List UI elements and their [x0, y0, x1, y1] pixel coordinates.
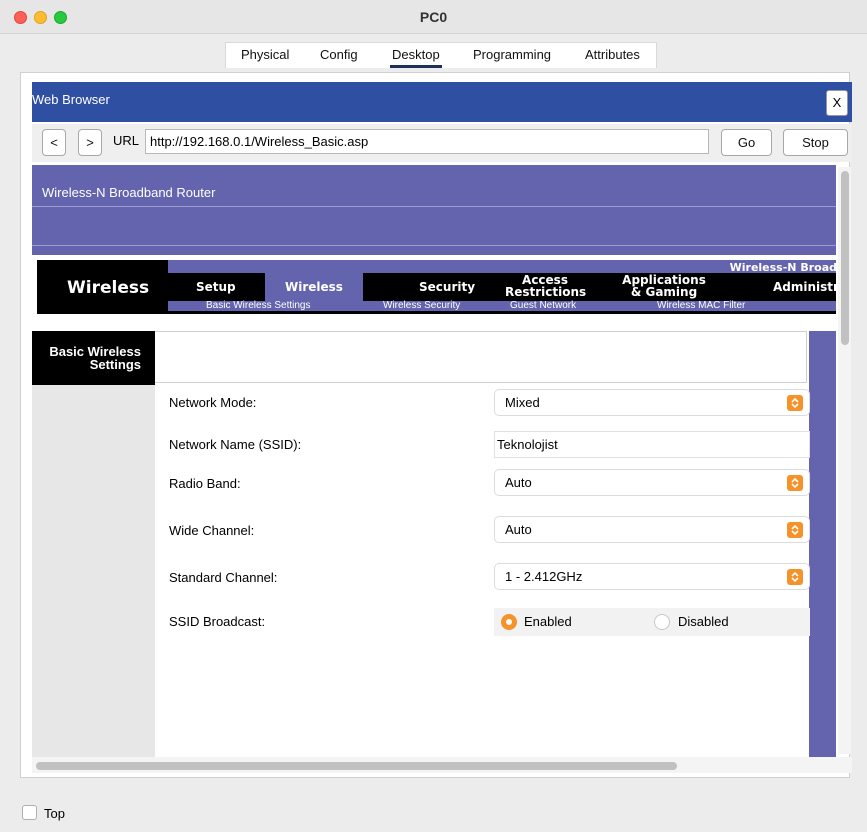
wide-channel-select[interactable]: Auto — [494, 516, 810, 543]
ssid-broadcast-label: SSID Broadcast: — [169, 614, 266, 629]
ssid-broadcast-enabled-label[interactable]: Enabled — [524, 614, 572, 629]
sidebar — [32, 385, 155, 757]
web-browser-header: Web Browser — [32, 82, 852, 122]
radio-band-label: Radio Band: — [169, 476, 241, 491]
window-title: PC0 — [419, 9, 448, 25]
nav-administration[interactable]: Administra — [773, 281, 836, 293]
ssid-broadcast-disabled-label[interactable]: Disabled — [678, 614, 729, 629]
top-checkbox-label[interactable]: Top — [44, 806, 65, 821]
nav-section-title: Wireless — [67, 278, 150, 298]
tab-bar: Physical Config Desktop Programming Attr… — [0, 34, 867, 72]
nav-security[interactable]: Security — [419, 281, 475, 293]
tab-desktop[interactable]: Desktop — [390, 47, 442, 68]
title-bar: PC0 — [0, 0, 867, 34]
ssid-broadcast-enabled-radio[interactable] — [501, 614, 517, 630]
forward-button[interactable]: > — [78, 129, 102, 156]
web-browser-title: Web Browser — [32, 92, 110, 107]
subnav-wireless-security[interactable]: Wireless Security — [383, 301, 460, 311]
back-button[interactable]: < — [42, 129, 66, 156]
standard-channel-select[interactable]: 1 - 2.412GHz — [494, 563, 810, 590]
url-input[interactable]: http://192.168.0.1/Wireless_Basic.asp — [145, 129, 709, 154]
top-checkbox[interactable] — [22, 805, 37, 820]
subnav-guest-network[interactable]: Guest Network — [510, 301, 576, 311]
ssid-label: Network Name (SSID): — [169, 437, 302, 452]
wide-channel-value: Auto — [505, 522, 532, 537]
chevron-updown-icon — [787, 569, 803, 585]
subnav-mac-filter[interactable]: Wireless MAC Filter — [657, 301, 745, 311]
nav-brand: Wireless-N Broad — [729, 261, 836, 274]
nav-setup[interactable]: Setup — [196, 281, 236, 293]
browser-close-button[interactable]: X — [826, 90, 848, 116]
ssid-broadcast-group: Enabled Disabled — [494, 608, 810, 636]
url-label: URL — [113, 133, 140, 148]
chevron-updown-icon — [787, 475, 803, 491]
subnav-basic-wireless[interactable]: Basic Wireless Settings — [206, 301, 310, 311]
standard-channel-label: Standard Channel: — [169, 570, 278, 585]
tab-physical[interactable]: Physical — [241, 47, 289, 62]
nav-access-restrictions[interactable]: Access Restrictions — [505, 274, 586, 298]
horizontal-scrollbar-thumb[interactable] — [36, 762, 677, 770]
router-nav: Wireless Wireless-N Broad Setup Wireless… — [37, 260, 836, 314]
divider — [32, 245, 836, 246]
radio-band-value: Auto — [505, 475, 532, 490]
standard-channel-value: 1 - 2.412GHz — [505, 569, 583, 584]
vertical-scrollbar-thumb[interactable] — [841, 171, 849, 345]
nav-applications-gaming[interactable]: Applications & Gaming — [619, 274, 709, 298]
chevron-updown-icon — [787, 395, 803, 411]
browser-viewport: Wireless-N Broadband Router Wireless Wir… — [32, 165, 836, 757]
tab-programming[interactable]: Programming — [473, 47, 551, 62]
nav-wireless[interactable]: Wireless — [285, 281, 343, 293]
router-title: Wireless-N Broadband Router — [42, 185, 216, 200]
sidebar-header: Basic Wireless Settings — [32, 331, 155, 385]
sidebar-title: Basic Wireless Settings — [49, 344, 141, 372]
go-button[interactable]: Go — [721, 129, 772, 156]
radio-band-select[interactable]: Auto — [494, 469, 810, 496]
nav-brand-strip: Wireless-N Broad — [168, 260, 836, 274]
content-header — [155, 331, 807, 383]
stop-button[interactable]: Stop — [783, 129, 848, 156]
ssid-input[interactable]: Teknolojist — [494, 431, 810, 458]
tab-config[interactable]: Config — [320, 47, 358, 62]
chevron-updown-icon — [787, 522, 803, 538]
network-mode-value: Mixed — [505, 395, 540, 410]
network-mode-label: Network Mode: — [169, 395, 257, 410]
divider — [32, 206, 836, 207]
ssid-broadcast-disabled-radio[interactable] — [654, 614, 670, 630]
router-header-band: Wireless-N Broadband Router — [32, 165, 836, 255]
tab-attributes[interactable]: Attributes — [585, 47, 640, 62]
right-accent-strip — [809, 331, 836, 757]
wide-channel-label: Wide Channel: — [169, 523, 255, 538]
network-mode-select[interactable]: Mixed — [494, 389, 810, 416]
